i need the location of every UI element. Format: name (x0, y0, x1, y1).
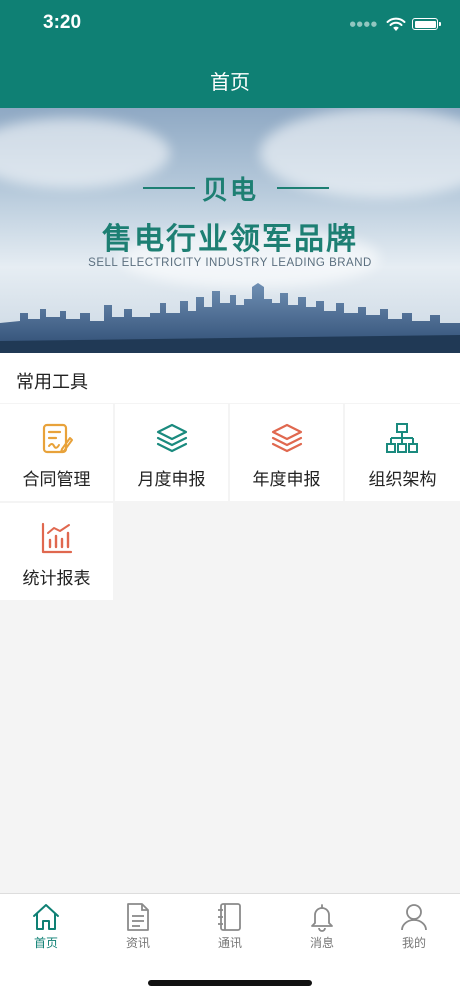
layers-icon (271, 423, 303, 453)
tool-label: 组织架构 (368, 470, 437, 490)
layers-icon (156, 423, 188, 453)
signal-icon: ●●●● (349, 20, 378, 28)
city-skyline-image (0, 283, 460, 353)
tab-messages[interactable]: 消息 (276, 894, 368, 954)
tool-organization-structure[interactable]: 组织架构 (345, 404, 460, 501)
tab-label: 首页 (33, 936, 58, 950)
tool-statistics-report[interactable]: 统计报表 (0, 503, 113, 600)
banner-slogan: 售电行业领军品牌 (102, 222, 358, 257)
tool-label: 年度申报 (252, 470, 321, 490)
tab-profile[interactable]: 我的 (368, 894, 460, 954)
contacts-book-icon (218, 903, 241, 931)
tool-contract-management[interactable]: 合同管理 (0, 404, 113, 501)
wifi-icon (386, 17, 406, 31)
home-indicator[interactable] (148, 980, 312, 986)
bell-icon (311, 904, 333, 932)
status-icons: ●●●● (349, 14, 441, 34)
org-chart-icon (386, 423, 418, 453)
battery-icon (412, 18, 441, 30)
chart-icon (41, 522, 73, 554)
tab-home[interactable]: 首页 (0, 894, 92, 954)
tool-annual-declaration[interactable]: 年度申报 (230, 404, 343, 501)
tab-contacts[interactable]: 通讯 (184, 894, 276, 954)
page-title: 首页 (210, 70, 250, 94)
contract-icon (42, 423, 73, 454)
tool-monthly-declaration[interactable]: 月度申报 (115, 404, 228, 501)
section-title: 常用工具 (16, 372, 88, 393)
user-icon (401, 904, 427, 931)
tab-label: 资讯 (125, 936, 150, 950)
tool-label: 月度申报 (137, 470, 206, 490)
tab-news[interactable]: 资讯 (92, 894, 184, 954)
status-time: 3:20 (43, 12, 82, 33)
home-icon (33, 904, 59, 930)
tool-label: 合同管理 (22, 470, 91, 490)
top-app-bar: 3:20 ●●●● 首页 (0, 0, 460, 108)
tab-label: 消息 (309, 936, 334, 950)
section-header: 常用工具 (0, 353, 460, 403)
tab-label: 我的 (401, 936, 426, 950)
tab-label: 通讯 (217, 936, 242, 950)
banner-subtitle: SELL ELECTRICITY INDUSTRY LEADING BRAND (88, 257, 372, 269)
banner-brand: 贝电 (201, 176, 258, 206)
document-icon (127, 903, 149, 931)
tool-label: 统计报表 (22, 569, 91, 589)
hero-banner[interactable]: 贝电 售电行业领军品牌 SELL ELECTRICITY INDUSTRY LE… (0, 108, 460, 353)
